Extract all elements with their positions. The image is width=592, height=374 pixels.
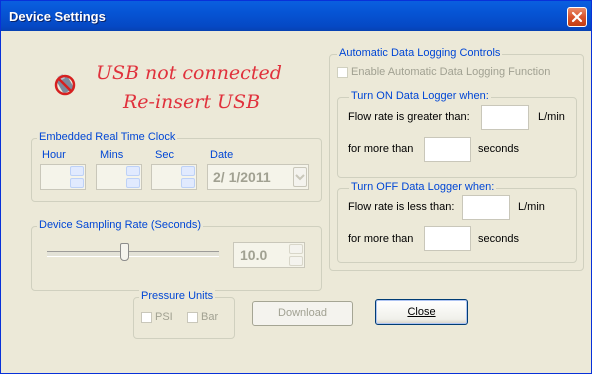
on-flow-rate-field[interactable] [481, 105, 529, 130]
off-seconds-field[interactable] [424, 226, 471, 251]
mins-label: Mins [100, 149, 124, 161]
on-flow-unit: L/min [538, 111, 565, 123]
sampling-rate-value: 10.0 [240, 247, 268, 263]
download-button[interactable]: Download [252, 301, 353, 326]
on-seconds-field[interactable] [424, 137, 471, 162]
usb-status-line1: USB not connected [96, 62, 282, 84]
enable-logging-label: Enable Automatic Data Logging Function [351, 66, 551, 78]
off-flow-label: Flow rate is less than: [348, 201, 455, 213]
logging-group-label: Automatic Data Logging Controls [337, 47, 503, 59]
sampling-slider-thumb[interactable] [120, 243, 129, 261]
off-time-unit: seconds [478, 233, 519, 245]
spin-up-icon[interactable] [181, 166, 195, 176]
close-button[interactable]: Close [375, 299, 468, 325]
off-flow-unit: L/min [518, 201, 545, 213]
mins-spinner[interactable] [96, 164, 142, 190]
off-time-prefix: for more than [348, 233, 414, 245]
turn-on-group-label: Turn ON Data Logger when: [349, 90, 491, 102]
spin-down-icon[interactable] [289, 256, 303, 266]
date-label: Date [210, 149, 234, 161]
device-settings-window: Device Settings USB not connected Re-ins… [0, 0, 592, 374]
dialog-body: USB not connected Re-insert USB Embedded… [4, 31, 588, 371]
psi-label: PSI [155, 311, 173, 323]
sec-label: Sec [155, 149, 174, 161]
close-button-label: Close [407, 306, 436, 318]
sampling-rate-spinner[interactable]: 10.0 [233, 242, 305, 268]
pressure-group-label: Pressure Units [139, 290, 216, 302]
hour-spinner[interactable] [40, 164, 86, 190]
spin-down-icon[interactable] [181, 178, 195, 188]
sec-spinner[interactable] [151, 164, 197, 190]
on-flow-label: Flow rate is greater than: [348, 111, 470, 123]
sampling-group-label: Device Sampling Rate (Seconds) [37, 219, 204, 231]
date-picker[interactable]: 2/ 1/2011 [207, 164, 309, 190]
on-time-unit: seconds [478, 143, 519, 155]
spin-down-icon[interactable] [126, 178, 140, 188]
off-flow-rate-field[interactable] [462, 195, 510, 220]
close-window-button[interactable] [567, 7, 587, 27]
dropdown-arrow-icon[interactable] [293, 167, 307, 187]
rtc-group-label: Embedded Real Time Clock [37, 131, 178, 143]
window-title: Device Settings [9, 9, 106, 24]
date-value: 2/ 1/2011 [213, 169, 271, 185]
turn-off-group-label: Turn OFF Data Logger when: [349, 181, 497, 193]
close-icon [571, 11, 583, 23]
spin-up-icon[interactable] [70, 166, 84, 176]
spin-up-icon[interactable] [126, 166, 140, 176]
usb-status-line2: Re-insert USB [123, 91, 261, 113]
spin-down-icon[interactable] [70, 178, 84, 188]
enable-logging-checkbox[interactable] [337, 67, 348, 78]
sampling-slider-track[interactable] [47, 251, 219, 257]
psi-checkbox[interactable] [141, 312, 152, 323]
hour-label: Hour [42, 149, 66, 161]
spin-up-icon[interactable] [289, 244, 303, 254]
usb-disconnected-icon [54, 73, 76, 96]
bar-label: Bar [201, 311, 219, 323]
bar-checkbox[interactable] [187, 312, 198, 323]
on-time-prefix: for more than [348, 143, 414, 155]
title-bar[interactable]: Device Settings [1, 1, 591, 31]
